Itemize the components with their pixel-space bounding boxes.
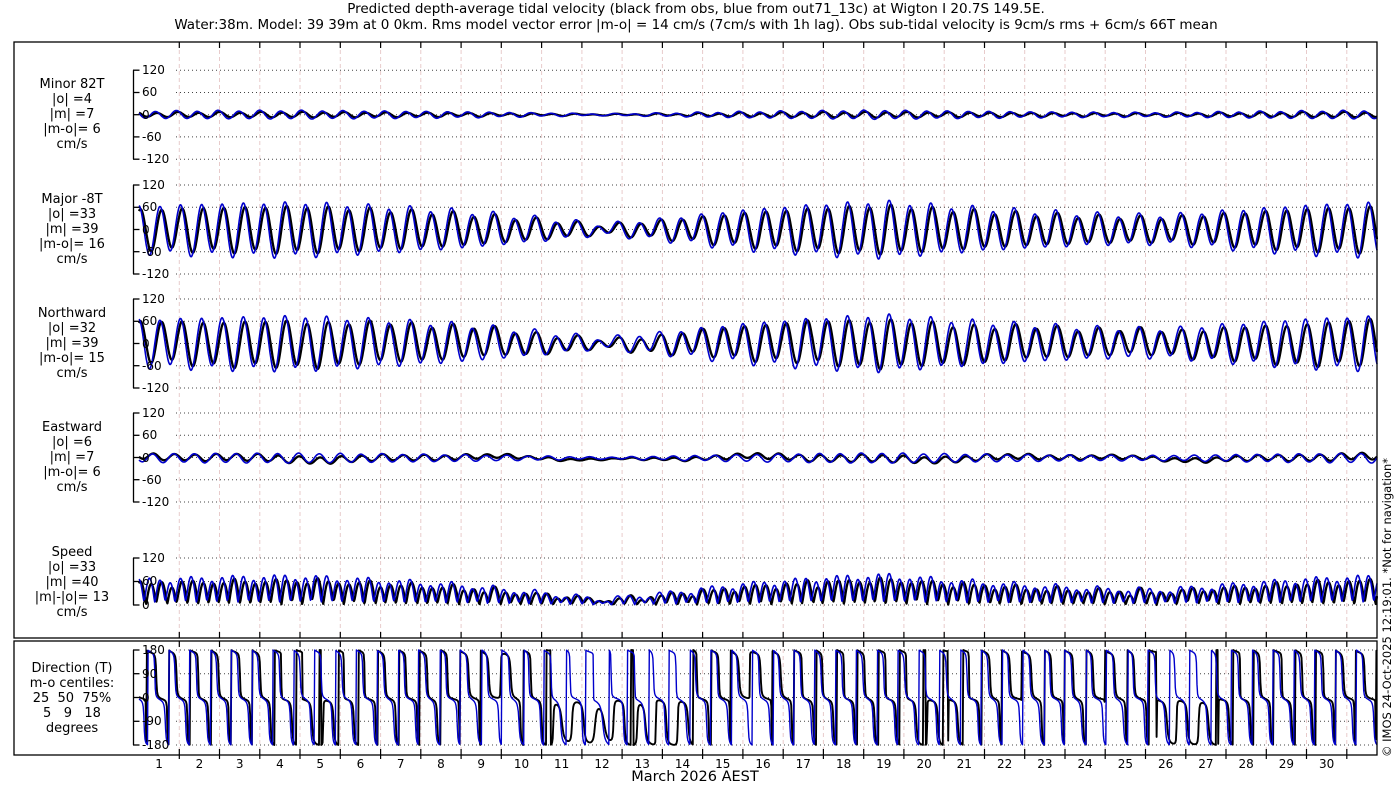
- panel-label-major: Major -8T |o| =33 |m| =39 |m-o|= 16 cm/s: [14, 192, 130, 267]
- panel-label-direction: Direction (T) m-o centiles: 25 50 75% 5 9 1…: [14, 661, 130, 736]
- y-tick-label: 120: [142, 550, 165, 565]
- panel-label-line: |m| =7: [49, 450, 95, 465]
- series-obs-northward: [138, 317, 1378, 371]
- y-tick-label: 60: [142, 428, 158, 443]
- panel-label-line: |m-o|= 15: [39, 351, 105, 366]
- panel-label-line: degrees: [45, 720, 99, 736]
- x-day-label: 30: [1319, 757, 1335, 771]
- y-tick-label: 60: [142, 200, 158, 215]
- y-tick-label: -180: [142, 738, 170, 752]
- panel-label-line: cm/s: [56, 604, 88, 620]
- y-tick-label: -60: [142, 472, 162, 487]
- panel-label-line: Direction (T): [31, 660, 113, 676]
- x-day-label: 26: [1157, 757, 1174, 771]
- panel-label-line: 25 50 75%: [32, 690, 112, 706]
- panel-label-line: cm/s: [56, 252, 88, 267]
- panel-label-line: Eastward: [41, 420, 103, 435]
- series-model-direction: [138, 649, 1378, 746]
- gridlines: [176, 43, 1376, 754]
- panel-label-line: |m| =40: [45, 574, 99, 590]
- y-tick-label: 60: [142, 314, 158, 329]
- y-tick-label: -60: [142, 358, 162, 373]
- y-tick-label: 180: [142, 642, 165, 657]
- x-day-label: 3: [235, 757, 244, 771]
- y-tick-label: 0: [142, 690, 150, 705]
- y-tick-label: -120: [142, 152, 170, 167]
- x-day-label: 29: [1278, 757, 1295, 771]
- x-day-label: 24: [1077, 757, 1093, 771]
- y-tick-label: -90: [142, 714, 162, 729]
- panel-label-line: 5 9 18: [43, 705, 101, 721]
- y-tick-label: 0: [142, 598, 150, 612]
- panel-label-line: |o| =33: [47, 207, 97, 222]
- watermark-text: © IMOS 24-Oct-2025 12:19:01. *Not for na…: [1380, 458, 1394, 757]
- panel-label-eastward: Eastward |o| =6 |m| =7 |m-o|= 6 cm/s: [14, 420, 130, 495]
- panel-label-line: Speed: [51, 544, 93, 560]
- x-day-label: 28: [1238, 757, 1254, 771]
- y-tick-label: -120: [142, 494, 170, 509]
- plot-canvas: [13, 41, 1378, 759]
- y-tick-label: 0: [142, 336, 150, 351]
- panel-label-line: |m|-|o|= 13: [34, 589, 110, 605]
- panel-label-line: cm/s: [56, 137, 88, 153]
- series-model-eastward: [138, 452, 1378, 464]
- y-tick-label: -60: [142, 129, 162, 144]
- tidal-velocity-figure: Predicted depth-average tidal velocity (…: [0, 0, 1400, 800]
- y-tick-label: -120: [142, 380, 170, 395]
- y-tick-label: 0: [142, 222, 150, 237]
- panel-label-line: |o| =32: [47, 321, 97, 336]
- panel-label-line: Major -8T: [41, 192, 103, 207]
- x-day-label: 2: [195, 757, 204, 771]
- panel-label-line: cm/s: [56, 480, 88, 495]
- panel-label-line: |m| =39: [45, 222, 99, 237]
- y-tick-label: -120: [142, 266, 170, 281]
- y-tick-label: 120: [142, 63, 165, 78]
- y-tick-label: 0: [142, 107, 150, 122]
- panel-label-line: |m| =39: [45, 336, 99, 351]
- x-day-label: 4: [276, 757, 284, 771]
- x-day-label: 27: [1198, 757, 1214, 771]
- x-axis-title: March 2026 AEST: [631, 769, 759, 785]
- y-tick-label: 120: [142, 178, 165, 192]
- y-tick-label: 90: [142, 666, 158, 681]
- x-day-label: 5: [316, 757, 324, 771]
- panel-label-line: |m-o|= 6: [43, 465, 101, 480]
- panel-label-line: |m-o|= 6: [43, 122, 101, 138]
- y-tick-label: 60: [142, 85, 158, 100]
- panel-label-line: cm/s: [56, 366, 88, 381]
- x-day-label: 1: [155, 757, 163, 771]
- panel-label-northward: Northward |o| =32 |m| =39 |m-o|= 15 cm/s: [14, 306, 130, 381]
- y-tick-label: 0: [142, 450, 150, 465]
- panel-label-line: |m| =7: [49, 107, 95, 123]
- y-tick-label: 120: [142, 292, 165, 306]
- x-day-label: 25: [1117, 757, 1134, 771]
- panel-label-line: |m-o|= 16: [39, 237, 105, 252]
- panel-label-minor: Minor 82T |o| =4 |m| =7 |m-o|= 6 cm/s: [14, 77, 130, 152]
- panel-label-line: |o| =4: [51, 92, 92, 108]
- panel-label-line: Northward: [37, 306, 107, 321]
- panel-label-line: |o| =33: [47, 559, 97, 575]
- panel-label-line: |o| =6: [51, 435, 92, 450]
- panel-label-line: m-o centiles:: [29, 675, 115, 691]
- y-tick-label: 60: [142, 574, 158, 589]
- panel-label-speed: Speed |o| =33 |m| =40 |m|-|o|= 13 cm/s: [14, 545, 130, 620]
- panel-label-line: Minor 82T: [39, 77, 105, 93]
- y-tick-label: -60: [142, 244, 162, 259]
- y-tick-label: 120: [142, 406, 165, 420]
